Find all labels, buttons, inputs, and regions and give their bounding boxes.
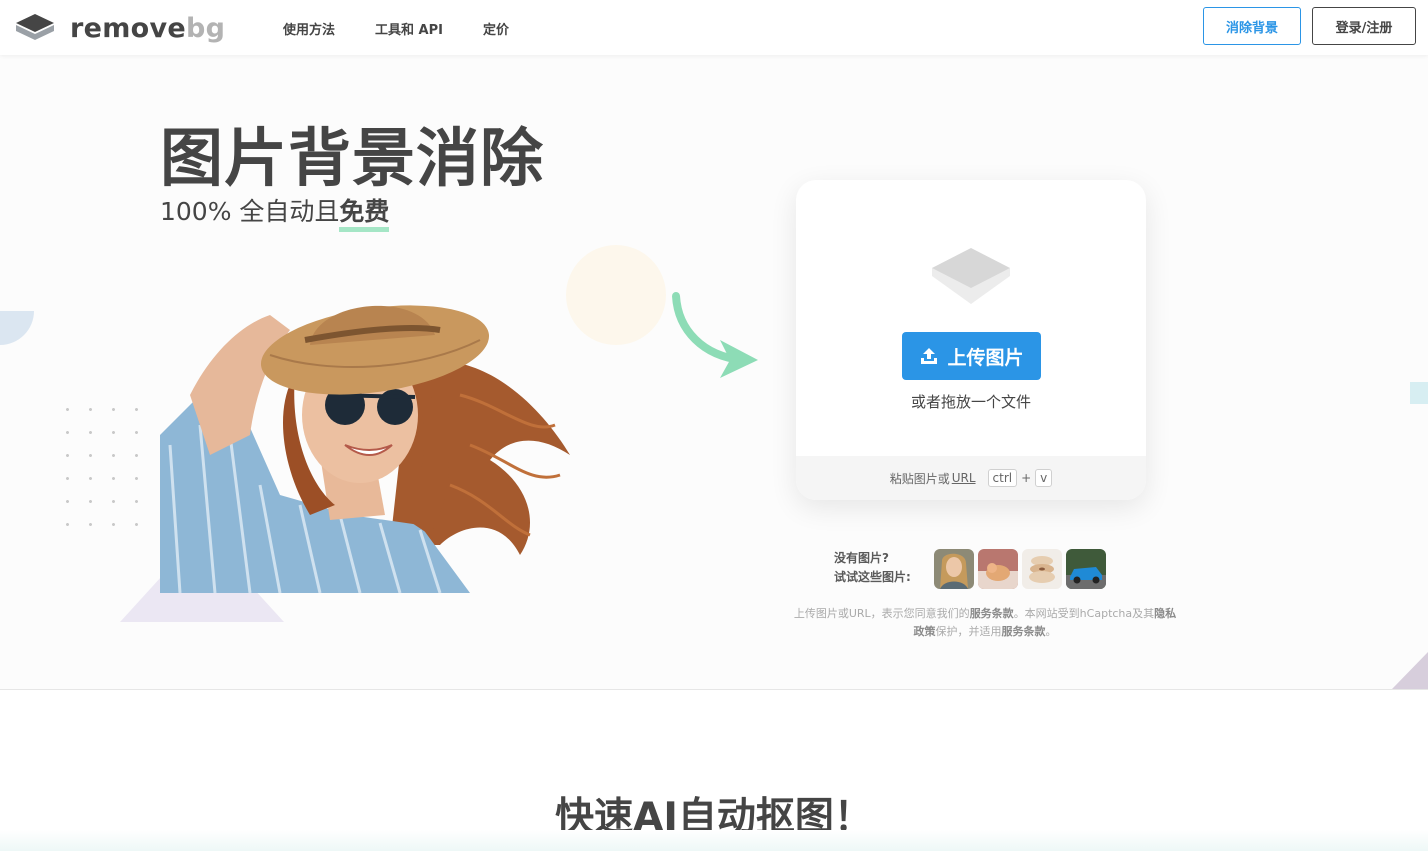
upload-card[interactable]: 上传图片 或者拖放一个文件 粘贴图片或 URL ctrl + v: [796, 180, 1146, 500]
terms-link-1[interactable]: 服务条款: [970, 607, 1014, 620]
sample-car-thumbnail[interactable]: [1066, 549, 1106, 589]
paste-url-link[interactable]: URL: [952, 471, 976, 485]
terms-notice: 上传图片或URL，表示您同意我们的服务条款。本网站受到hCaptcha及其隐私政…: [790, 605, 1180, 641]
logo[interactable]: removebg: [14, 10, 225, 46]
layers-logo-icon: [16, 14, 54, 40]
section-divider: [0, 689, 1428, 690]
key-ctrl: ctrl: [987, 469, 1018, 487]
sample-label-line2: 试试这些图片:: [834, 570, 911, 584]
sample-label-line1: 没有图片?: [834, 551, 889, 565]
terms-text-2: 。本网站受到hCaptcha及其: [1013, 607, 1155, 620]
logo-word-remove: remove: [70, 12, 187, 44]
sample-images-label: 没有图片? 试试这些图片:: [834, 549, 911, 587]
paste-hint-text: 粘贴图片或: [889, 471, 950, 486]
decor-dot-grid: [56, 398, 156, 543]
sample-cat-thumbnail[interactable]: [978, 549, 1018, 589]
layers-placeholder-icon: [932, 248, 1010, 304]
upload-image-button[interactable]: 上传图片: [902, 332, 1041, 380]
login-signup-button[interactable]: 登录/注册: [1312, 7, 1416, 45]
hero-subtitle-free: 免费: [339, 197, 390, 232]
upload-button-label: 上传图片: [947, 346, 1024, 369]
main-nav: 使用方法 工具和 API 定价: [283, 19, 549, 38]
hero-subtitle: 100% 全自动且免费: [160, 192, 390, 232]
key-v: v: [1035, 469, 1053, 487]
logo-word-bg: bg: [186, 12, 226, 44]
curved-arrow-icon: [672, 292, 758, 378]
key-plus: +: [1021, 471, 1032, 485]
nav-pricing[interactable]: 定价: [483, 19, 509, 38]
sample-woman-thumbnail[interactable]: [934, 549, 974, 589]
decor-square: [1410, 382, 1428, 404]
terms-link-2[interactable]: 服务条款: [1002, 625, 1046, 638]
terms-text-4: 。: [1045, 625, 1057, 638]
hero-subtitle-text: 100% 全自动且: [160, 197, 340, 226]
decor-circle: [566, 245, 666, 345]
remove-background-button[interactable]: 消除背景: [1203, 7, 1301, 45]
sample-thumbnails: [934, 549, 1106, 589]
site-header: removebg 使用方法 工具和 API 定价 消除背景 登录/注册: [0, 0, 1428, 55]
terms-text-3: 保护，并适用: [935, 625, 1002, 638]
upload-icon: [921, 348, 938, 364]
hero-woman-photo: [160, 305, 570, 593]
bottom-fade: [0, 830, 1428, 851]
drop-file-hint: 或者拖放一个文件: [910, 393, 1031, 411]
sample-donut-thumbnail[interactable]: [1022, 549, 1062, 589]
paste-hint-bar: 粘贴图片或 URL ctrl + v: [796, 456, 1146, 500]
hero-title: 图片背景消除: [160, 122, 544, 195]
nav-how-to-use[interactable]: 使用方法: [283, 19, 335, 38]
terms-text-1: 上传图片或URL，表示您同意我们的: [793, 607, 970, 620]
logo-text: removebg: [70, 15, 225, 42]
nav-tools-api[interactable]: 工具和 API: [375, 19, 443, 38]
